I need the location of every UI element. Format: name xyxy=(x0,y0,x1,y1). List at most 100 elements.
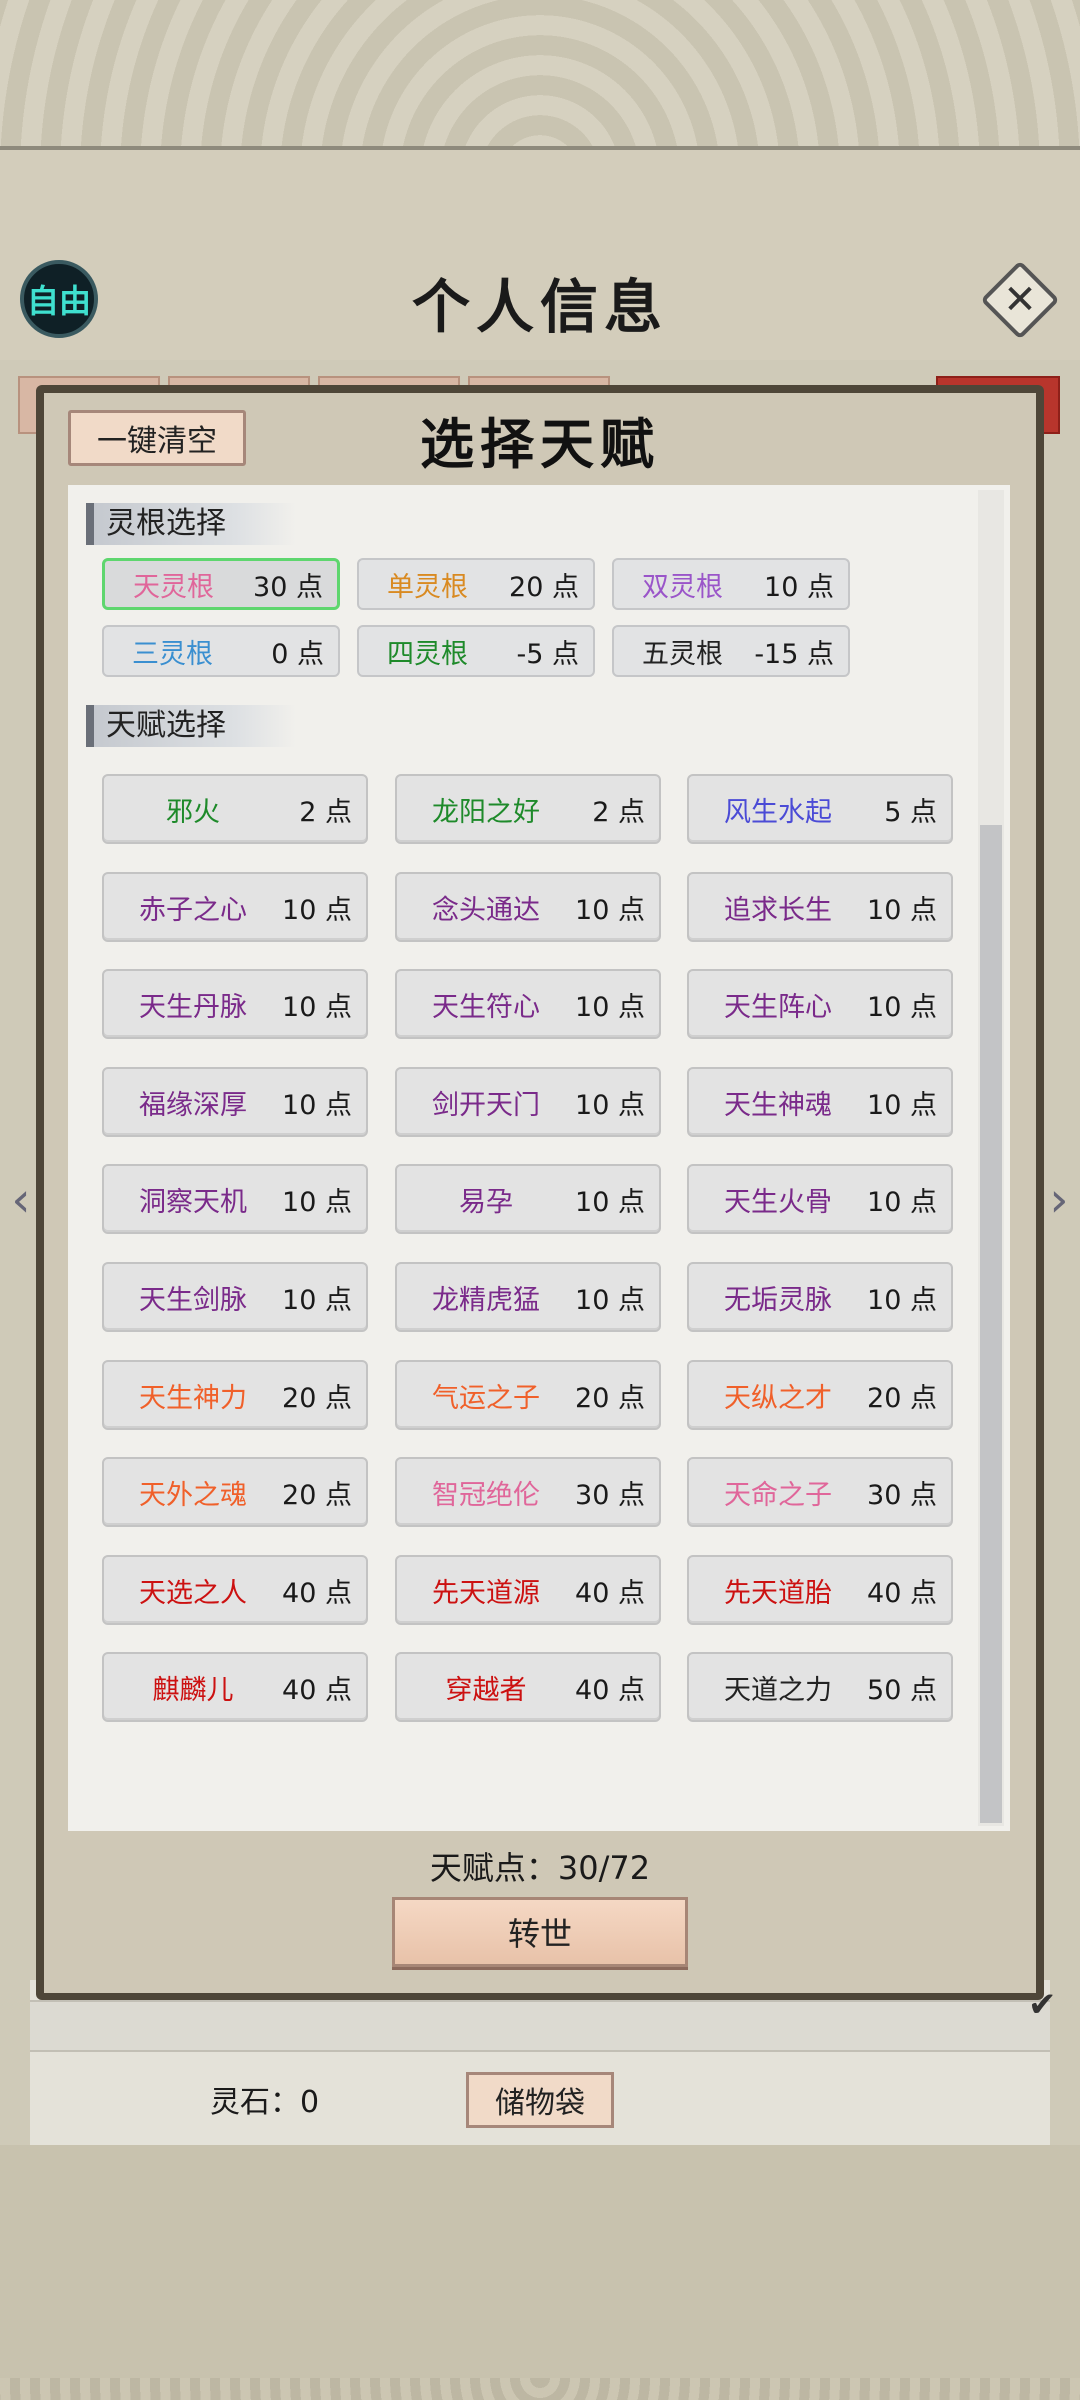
talent-option[interactable]: 追求长生 10 点 xyxy=(687,872,953,942)
talent-option[interactable]: 天生丹脉 10 点 xyxy=(102,969,368,1039)
spirit-root-option[interactable]: 四灵根 -5 点 xyxy=(357,625,595,677)
talent-name: 先天道胎 xyxy=(724,1577,832,1609)
talent-name: 天生剑脉 xyxy=(139,1284,247,1316)
spirit-root-option[interactable]: 天灵根 30 点 xyxy=(102,558,340,610)
talent-points: 10 点 xyxy=(867,1089,937,1121)
clear-all-button[interactable]: 一键清空 xyxy=(68,410,246,466)
talent-points: 40 点 xyxy=(282,1577,352,1609)
talent-option[interactable]: 智冠绝伦 30 点 xyxy=(395,1457,661,1527)
scrollbar-thumb[interactable] xyxy=(980,825,1002,1823)
free-badge[interactable]: 自由 xyxy=(20,260,98,338)
spirit-root-option[interactable]: 三灵根 0 点 xyxy=(102,625,340,677)
talent-option[interactable]: 洞察天机 10 点 xyxy=(102,1164,368,1234)
talent-name: 龙精虎猛 xyxy=(432,1284,540,1316)
spirit-root-points: 20 点 xyxy=(509,571,579,603)
spirit-root-option[interactable]: 双灵根 10 点 xyxy=(612,558,850,610)
talent-points: 40 点 xyxy=(575,1674,645,1706)
talent-section-title: 天赋选择 xyxy=(86,705,296,747)
talent-points: 10 点 xyxy=(867,1284,937,1316)
spirit-root-name: 双灵根 xyxy=(642,571,723,603)
talent-option[interactable]: 麒麟儿 40 点 xyxy=(102,1652,368,1722)
talent-points: 2 点 xyxy=(299,796,352,828)
storage-bag-button[interactable]: 储物袋 xyxy=(466,2072,614,2128)
talent-option[interactable]: 先天道源 40 点 xyxy=(395,1555,661,1625)
talent-name: 天道之力 xyxy=(724,1674,832,1706)
talent-option[interactable]: 无垢灵脉 10 点 xyxy=(687,1262,953,1332)
talent-option[interactable]: 天生火骨 10 点 xyxy=(687,1164,953,1234)
spirit-root-points: -15 点 xyxy=(754,638,834,670)
talent-option[interactable]: 天生剑脉 10 点 xyxy=(102,1262,368,1332)
talent-points: 20 点 xyxy=(867,1382,937,1414)
talent-name: 洞察天机 xyxy=(139,1186,247,1218)
talent-option[interactable]: 龙阳之好 2 点 xyxy=(395,774,661,844)
talent-option[interactable]: 穿越者 40 点 xyxy=(395,1652,661,1722)
spirit-root-option[interactable]: 单灵根 20 点 xyxy=(357,558,595,610)
talent-points: 2 点 xyxy=(592,796,645,828)
talent-option[interactable]: 福缘深厚 10 点 xyxy=(102,1067,368,1137)
talent-option[interactable]: 天选之人 40 点 xyxy=(102,1555,368,1625)
spirit-root-points: 30 点 xyxy=(253,571,323,603)
talent-points: 20 点 xyxy=(282,1479,352,1511)
talent-points: 10 点 xyxy=(282,1186,352,1218)
talent-name: 邪火 xyxy=(166,796,220,828)
talent-points: 10 点 xyxy=(282,894,352,926)
left-arrow-icon[interactable]: ‹ xyxy=(8,1170,34,1230)
talent-option[interactable]: 天生神魂 10 点 xyxy=(687,1067,953,1137)
talent-points: 40 点 xyxy=(575,1577,645,1609)
talent-name: 易孕 xyxy=(459,1186,513,1218)
talent-name: 天生阵心 xyxy=(724,991,832,1023)
talent-name: 天外之魂 xyxy=(139,1479,247,1511)
talent-option[interactable]: 天命之子 30 点 xyxy=(687,1457,953,1527)
talent-name: 天选之人 xyxy=(139,1577,247,1609)
talent-points: 10 点 xyxy=(575,991,645,1023)
talent-name: 智冠绝伦 xyxy=(432,1479,540,1511)
close-button[interactable]: ✕ xyxy=(980,260,1060,340)
talent-name: 天生神力 xyxy=(139,1382,247,1414)
spirit-root-name: 三灵根 xyxy=(132,638,213,670)
talent-name: 天命之子 xyxy=(724,1479,832,1511)
spirit-root-option[interactable]: 五灵根 -15 点 xyxy=(612,625,850,677)
talent-points: 10 点 xyxy=(867,894,937,926)
spirit-root-section-title: 灵根选择 xyxy=(86,503,296,545)
talent-points: 10 点 xyxy=(575,894,645,926)
talent-name: 念头通达 xyxy=(432,894,540,926)
talent-name: 麒麟儿 xyxy=(152,1674,234,1706)
talent-points: 50 点 xyxy=(867,1674,937,1706)
talent-option[interactable]: 天生神力 20 点 xyxy=(102,1360,368,1430)
talent-list[interactable] xyxy=(68,485,1010,1831)
talent-points: 20 点 xyxy=(282,1382,352,1414)
talent-option[interactable]: 念头通达 10 点 xyxy=(395,872,661,942)
talent-name: 气运之子 xyxy=(432,1382,540,1414)
talent-option[interactable]: 剑开天门 10 点 xyxy=(395,1067,661,1137)
top-decoration xyxy=(0,0,1080,150)
talent-option[interactable]: 天纵之才 20 点 xyxy=(687,1360,953,1430)
talent-option[interactable]: 天外之魂 20 点 xyxy=(102,1457,368,1527)
reincarnate-button[interactable]: 转世 xyxy=(392,1897,688,1967)
talent-option[interactable]: 气运之子 20 点 xyxy=(395,1360,661,1430)
talent-points: 10 点 xyxy=(575,1186,645,1218)
right-arrow-icon[interactable]: › xyxy=(1046,1170,1072,1230)
spirit-root-points: -5 点 xyxy=(516,638,579,670)
spirit-root-name: 五灵根 xyxy=(642,638,723,670)
talent-option[interactable]: 龙精虎猛 10 点 xyxy=(395,1262,661,1332)
talent-option[interactable]: 邪火 2 点 xyxy=(102,774,368,844)
talent-name: 天生符心 xyxy=(432,991,540,1023)
talent-option[interactable]: 先天道胎 40 点 xyxy=(687,1555,953,1625)
talent-option[interactable]: 天生符心 10 点 xyxy=(395,969,661,1039)
talent-name: 赤子之心 xyxy=(139,894,247,926)
talent-points: 10 点 xyxy=(575,1089,645,1121)
talent-name: 福缘深厚 xyxy=(139,1089,247,1121)
panel-title: 选择天赋 xyxy=(420,412,660,476)
spirit-stone-counter: 灵石：0 xyxy=(210,2085,320,2120)
talent-option[interactable]: 赤子之心 10 点 xyxy=(102,872,368,942)
talent-points: 40 点 xyxy=(867,1577,937,1609)
talent-points: 10 点 xyxy=(282,1089,352,1121)
talent-option[interactable]: 风生水起 5 点 xyxy=(687,774,953,844)
talent-points: 10 点 xyxy=(867,1186,937,1218)
talent-option[interactable]: 天生阵心 10 点 xyxy=(687,969,953,1039)
talent-points: 10 点 xyxy=(867,991,937,1023)
talent-name: 追求长生 xyxy=(724,894,832,926)
talent-name: 龙阳之好 xyxy=(432,796,540,828)
talent-option[interactable]: 天道之力 50 点 xyxy=(687,1652,953,1722)
talent-option[interactable]: 易孕 10 点 xyxy=(395,1164,661,1234)
